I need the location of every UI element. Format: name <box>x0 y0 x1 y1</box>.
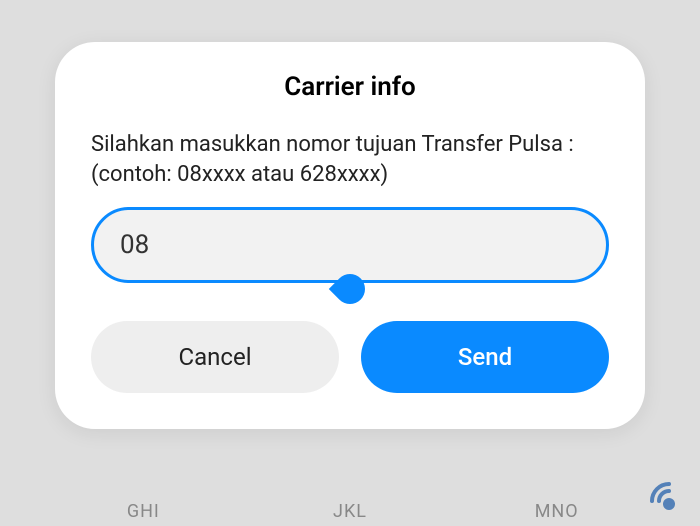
phone-input-wrap <box>91 207 609 283</box>
dialog-title: Carrier info <box>91 72 609 102</box>
cancel-button[interactable]: Cancel <box>91 321 339 393</box>
carrier-info-dialog: Carrier info Silahkan masukkan nomor tuj… <box>55 42 645 429</box>
keypad-mno[interactable]: MNO <box>453 501 660 522</box>
dialog-button-row: Cancel Send <box>91 321 609 393</box>
keypad-jkl[interactable]: JKL <box>247 501 454 522</box>
dialog-description: Silahkan masukkan nomor tujuan Transfer … <box>91 130 609 189</box>
keyboard-letter-row: GHI JKL MNO <box>0 497 700 526</box>
keypad-ghi[interactable]: GHI <box>40 501 247 522</box>
watermark-logo-icon <box>646 478 692 522</box>
phone-number-input[interactable] <box>91 207 609 283</box>
send-button[interactable]: Send <box>361 321 609 393</box>
